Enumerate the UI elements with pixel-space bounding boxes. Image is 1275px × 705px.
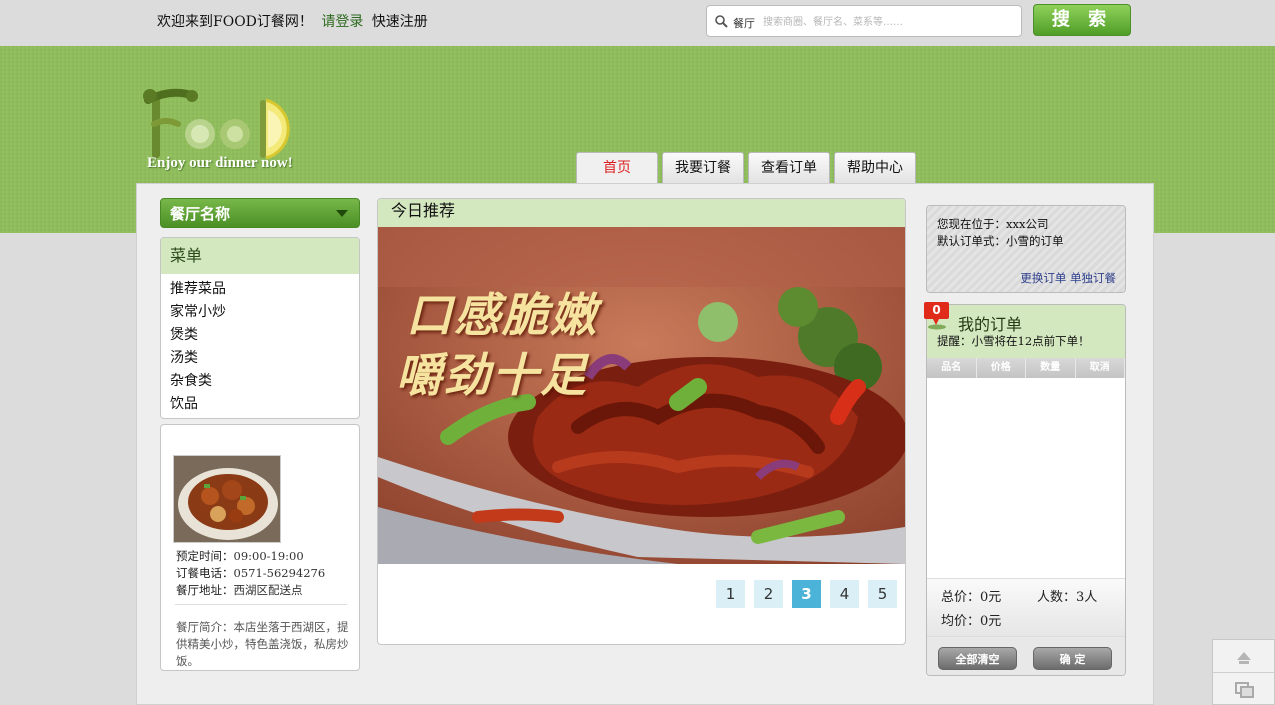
order-title: 我的订单	[958, 315, 1023, 334]
register-link[interactable]: 快速注册	[372, 14, 428, 30]
today-title: 今日推荐	[378, 199, 905, 227]
main-nav: 首页 我要订餐 查看订单 帮助中心	[576, 152, 916, 184]
divider	[175, 604, 347, 605]
logo-tagline: Enjoy our dinner now!	[147, 155, 293, 171]
col-cancel: 取消	[1076, 358, 1125, 378]
feedback-icon	[1235, 682, 1254, 698]
back-to-top-button[interactable]	[1213, 640, 1274, 673]
col-quantity: 数量	[1026, 358, 1076, 378]
order-summary: 总价：0元 人数：3人 均价：0元	[927, 578, 1125, 636]
menu-item-home-stirfry[interactable]: 家常小炒	[170, 301, 359, 324]
menu-panel: 菜单 推荐菜品 家常小炒 煲类 汤类 杂食类 饮品	[160, 237, 360, 419]
arrow-up-icon	[1237, 652, 1251, 664]
order-total: 总价：0元	[941, 590, 1002, 605]
menu-item-drinks[interactable]: 饮品	[170, 393, 359, 416]
col-item-name: 品名	[927, 358, 977, 378]
top-bar: 欢迎来到FOOD订餐网！ 请登录 快速注册 餐厅 搜 索	[0, 0, 1275, 46]
banner-slogan-line1: 口感脆嫩	[406, 288, 598, 342]
address-label: 餐厅地址：	[176, 583, 234, 597]
search-icon	[715, 15, 728, 28]
pager-page-5[interactable]: 5	[868, 580, 897, 608]
default-order-mode: 默认订单式：小雪的订单	[937, 234, 1064, 248]
menu-item-recommended[interactable]: 推荐菜品	[170, 278, 359, 301]
feedback-button[interactable]	[1213, 673, 1274, 705]
my-order-panel: 我的订单 提醒：小雪将在12点前下单！ 品名 价格 数量 取消 总价：0元 人数…	[926, 304, 1126, 676]
order-people: 人数：3人	[1037, 590, 1098, 605]
intro-label: 餐厅简介：	[176, 620, 234, 634]
change-order-links[interactable]: 更换订单 单独订餐	[1020, 270, 1116, 286]
tab-order-food[interactable]: 我要订餐	[662, 152, 744, 184]
clear-all-button[interactable]: 全部清空	[938, 647, 1017, 670]
phone-label: 订餐电话：	[176, 566, 234, 580]
banner-pager: 1 2 3 4 5	[716, 580, 897, 608]
address-value: 西湖区配送点	[233, 583, 303, 597]
search-input[interactable]	[763, 12, 1013, 32]
phone-value: 0571-56294276	[233, 566, 326, 580]
welcome-bar: 欢迎来到FOOD订餐网！ 请登录 快速注册	[157, 11, 428, 31]
col-price: 价格	[977, 358, 1026, 378]
restaurant-details: 预定时间：09:00-19:00 订餐电话：0571-56294276 餐厅地址…	[176, 548, 325, 599]
hours-label: 预定时间：	[176, 549, 234, 563]
side-toolbar	[1212, 639, 1275, 705]
pager-page-1[interactable]: 1	[716, 580, 745, 608]
badge-count: 0	[932, 303, 940, 317]
restaurant-select-label: 餐厅名称	[170, 205, 231, 223]
tab-home[interactable]: 首页	[576, 152, 658, 184]
order-table-header: 品名 价格 数量 取消	[927, 358, 1125, 378]
order-header: 我的订单 提醒：小雪将在12点前下单！	[927, 305, 1125, 358]
today-recommend-panel: 今日推荐 口感脆嫩 嚼劲十足 1 2 3 4 5	[377, 198, 906, 645]
banner-slogan-line2: 嚼劲十足	[396, 348, 588, 402]
hours-value: 09:00-19:00	[233, 549, 304, 563]
pager-page-2[interactable]: 2	[754, 580, 783, 608]
menu-item-misc[interactable]: 杂食类	[170, 370, 359, 393]
confirm-button[interactable]: 确 定	[1033, 647, 1112, 670]
search-box[interactable]: 餐厅	[706, 5, 1022, 37]
menu-list: 推荐菜品 家常小炒 煲类 汤类 杂食类 饮品	[161, 274, 359, 416]
restaurant-info-panel: 预定时间：09:00-19:00 订餐电话：0571-56294276 餐厅地址…	[160, 424, 360, 671]
order-reminder: 提醒：小雪将在12点前下单！	[937, 334, 1090, 348]
order-actions: 全部清空 确 定	[927, 636, 1125, 675]
pager-page-3[interactable]: 3	[792, 580, 821, 608]
location-panel: 您现在位于：xxx公司 默认订单式：小雪的订单 更换订单 单独订餐	[926, 205, 1126, 293]
order-count-badge: 0	[924, 302, 949, 330]
pager-page-4[interactable]: 4	[830, 580, 859, 608]
menu-item-soup[interactable]: 汤类	[170, 347, 359, 370]
menu-title: 菜单	[161, 238, 359, 274]
order-average: 均价：0元	[941, 614, 1002, 629]
search-category[interactable]: 餐厅	[733, 15, 755, 31]
current-location: 您现在位于：xxx公司	[937, 217, 1049, 231]
restaurant-intro: 餐厅简介：本店坐落于西湖区，提供精美小炒，特色盖浇饭，私房炒饭。	[176, 619, 351, 670]
menu-item-pot[interactable]: 煲类	[170, 324, 359, 347]
welcome-text: 欢迎来到FOOD订餐网！	[157, 14, 313, 30]
login-link[interactable]: 请登录	[321, 14, 363, 30]
restaurant-select[interactable]: 餐厅名称	[160, 198, 360, 228]
tab-help-center[interactable]: 帮助中心	[834, 152, 916, 184]
banner-slide[interactable]: 口感脆嫩 嚼劲十足	[378, 227, 905, 564]
chevron-down-icon	[336, 210, 348, 217]
tab-view-orders[interactable]: 查看订单	[748, 152, 830, 184]
restaurant-photo[interactable]	[173, 455, 281, 543]
search-button[interactable]: 搜 索	[1033, 4, 1131, 36]
